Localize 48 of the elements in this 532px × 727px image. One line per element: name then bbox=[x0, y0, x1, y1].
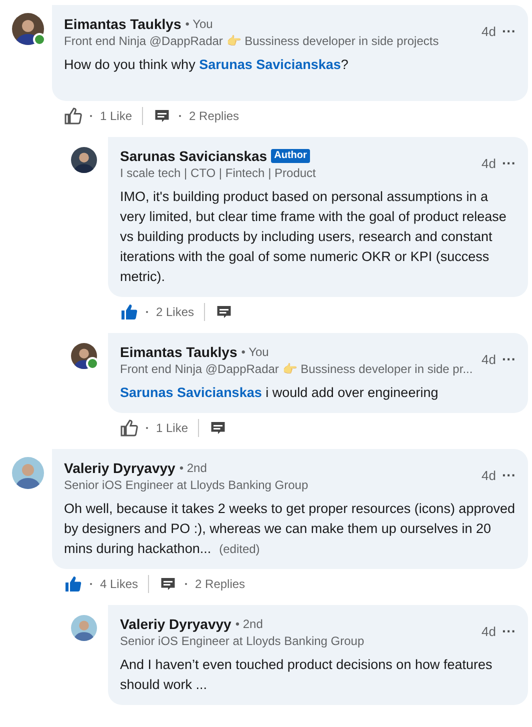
mention-link[interactable]: Sarunas Savicianskas bbox=[120, 385, 262, 400]
timestamp: 4d bbox=[482, 156, 496, 170]
comment-icon[interactable] bbox=[159, 575, 178, 593]
author-headline: Front end Ninja @DappRadar 👉 Bussiness developer in side pr... bbox=[120, 361, 473, 377]
author-name[interactable]: Eimantas Tauklys bbox=[120, 343, 238, 361]
likes-count[interactable]: 4 Likes bbox=[100, 577, 138, 591]
more-options-button[interactable]: ··· bbox=[502, 351, 516, 367]
replies-count[interactable]: 2 Replies bbox=[195, 577, 246, 591]
thumbs-up-icon[interactable] bbox=[64, 575, 82, 593]
author-name[interactable]: Sarunas Savicianskas bbox=[120, 147, 268, 165]
mention-link[interactable]: Sarunas Savicianskas bbox=[199, 57, 341, 72]
avatar[interactable] bbox=[71, 147, 97, 173]
likes-count[interactable]: 1 Like bbox=[156, 421, 188, 435]
comment-icon[interactable] bbox=[209, 419, 228, 437]
more-options-button[interactable]: ··· bbox=[502, 467, 516, 483]
thumbs-up-icon[interactable] bbox=[120, 303, 138, 321]
connection-degree: • You bbox=[241, 345, 269, 359]
timestamp: 4d bbox=[482, 468, 496, 482]
connection-degree: • You bbox=[185, 17, 213, 31]
comment-text: How do you think why Sarunas Savicianskas? bbox=[64, 56, 350, 74]
avatar[interactable] bbox=[12, 13, 44, 45]
more-options-button[interactable]: ··· bbox=[502, 623, 516, 639]
author-name[interactable]: Eimantas Tauklys bbox=[64, 15, 182, 33]
likes-count[interactable]: 1 Like bbox=[100, 109, 132, 123]
thumbs-up-icon[interactable] bbox=[64, 107, 82, 125]
comment-text: IMO, it's building product based on personal assumptions in a very limited, but clear time frame with the goal of product release vs building products by including users, research and constant iterations with the goal of some numeric OKR or KPI (success metric). bbox=[120, 188, 508, 286]
author-badge: Author bbox=[271, 149, 310, 163]
more-options-button[interactable]: ··· bbox=[502, 23, 516, 39]
comment-icon[interactable] bbox=[153, 107, 172, 125]
comment-text: Sarunas Savicianskas i would add over engineering bbox=[120, 384, 440, 402]
author-headline: Front end Ninja @DappRadar 👉 Bussiness developer in side projects bbox=[64, 33, 439, 49]
thumbs-up-icon[interactable] bbox=[120, 419, 138, 437]
connection-degree: • 2nd bbox=[179, 461, 207, 475]
comment-icon[interactable] bbox=[215, 303, 234, 321]
timestamp: 4d bbox=[482, 352, 496, 366]
timestamp: 4d bbox=[482, 624, 496, 638]
comment-text: Oh well, because it takes 2 weeks to get proper resources (icons) approved by designers and PO :), whereas we can make them up ourselves in 20 mins during hackathon... (edited) bbox=[64, 500, 516, 558]
more-options-button[interactable]: ··· bbox=[502, 155, 516, 171]
author-headline: I scale tech | CTO | Fintech | Product bbox=[120, 165, 316, 181]
author-name[interactable]: Valeriy Dyryavyy bbox=[64, 459, 176, 477]
likes-count[interactable]: 2 Likes bbox=[156, 305, 194, 319]
author-headline: Senior iOS Engineer at Lloyds Banking Group bbox=[120, 633, 364, 649]
connection-degree: • 2nd bbox=[235, 617, 263, 631]
replies-count[interactable]: 2 Replies bbox=[189, 109, 240, 123]
author-name[interactable]: Valeriy Dyryavyy bbox=[120, 615, 232, 633]
author-headline: Senior iOS Engineer at Lloyds Banking Group bbox=[64, 477, 308, 493]
comment-text: And I haven’t even touched product decisions on how features should work ... bbox=[120, 656, 494, 694]
timestamp: 4d bbox=[482, 24, 496, 38]
